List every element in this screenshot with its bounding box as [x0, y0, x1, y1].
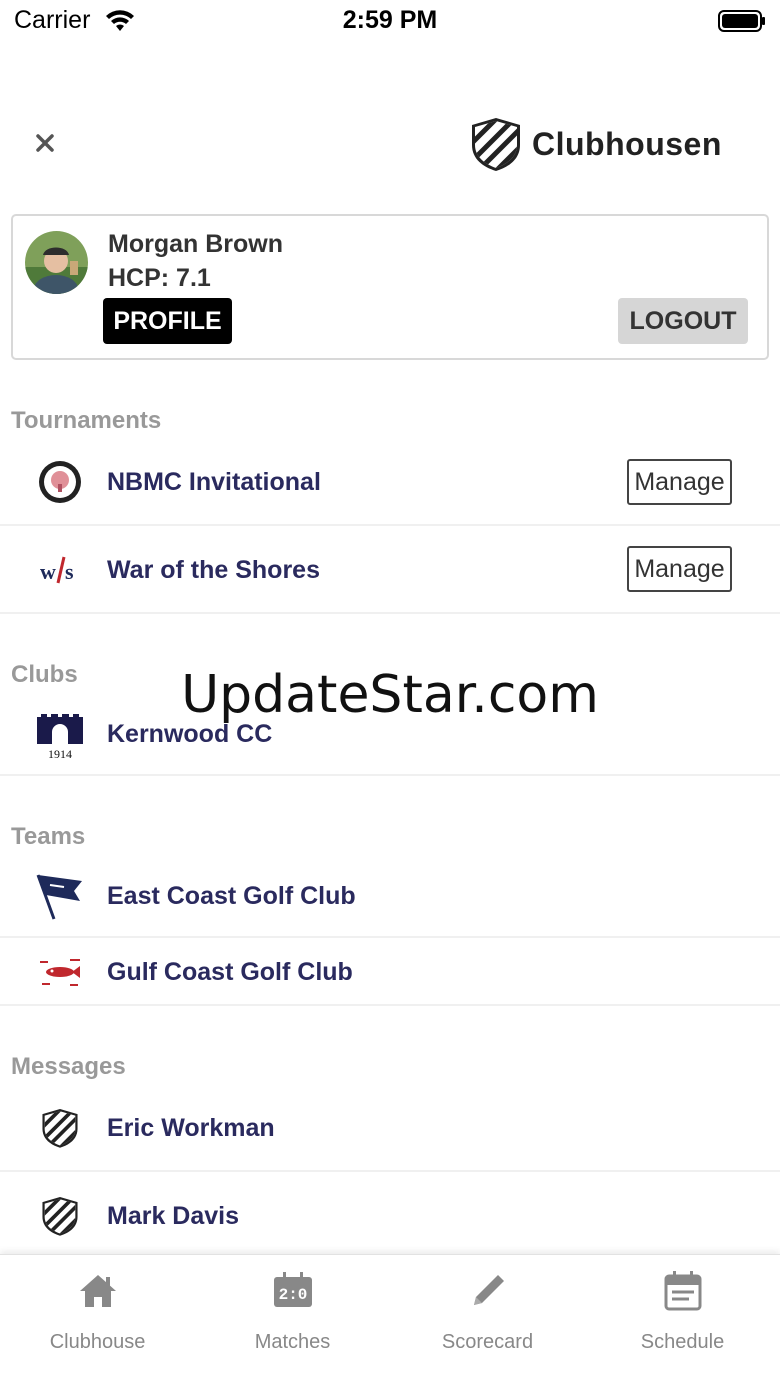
club-label: Kernwood CC [107, 720, 273, 748]
battery-icon [718, 10, 766, 37]
home-icon [80, 1275, 116, 1307]
kernwood-year: 1914 [48, 747, 72, 760]
pennant-flag-icon [34, 870, 86, 922]
tab-schedule[interactable]: Schedule [585, 1255, 780, 1387]
tournament-label: NBMC Invitational [107, 468, 321, 496]
tab-matches[interactable]: 2:0 Matches [195, 1255, 390, 1387]
list-item-club[interactable]: 1914 Kernwood CC [0, 694, 780, 776]
message-sender-label: Eric Workman [107, 1114, 275, 1142]
section-title-teams: Teams [11, 823, 86, 850]
tab-label: Schedule [640, 1331, 725, 1353]
shield-logo-icon [34, 1102, 86, 1154]
close-icon [36, 134, 54, 152]
shield-logo-icon [472, 118, 520, 171]
tab-bar: Clubhouse 2:0 Matches Scorecard Schedule [0, 1254, 780, 1387]
tab-label: Scorecard [441, 1331, 534, 1353]
tab-clubhouse[interactable]: Clubhouse [0, 1255, 195, 1387]
scoreboard-icon: 2:0 [274, 1272, 312, 1307]
svg-text:s: s [65, 559, 74, 584]
avatar[interactable] [25, 231, 88, 294]
section-title-clubs: Clubs [11, 661, 78, 688]
list-item-tournament[interactable]: w s War of the Shores Manage [0, 526, 780, 614]
calendar-icon [664, 1271, 702, 1311]
tab-scorecard[interactable]: Scorecard [390, 1255, 585, 1387]
list-item-message[interactable]: Eric Workman [0, 1086, 780, 1172]
shield-logo-icon [34, 1190, 86, 1242]
tab-label: Clubhouse [49, 1331, 146, 1353]
app-name: Clubhousen [532, 125, 722, 162]
kernwood-logo-icon: 1914 [34, 708, 86, 764]
list-item-tournament[interactable]: NBMC Invitational Manage [0, 440, 780, 526]
pencil-icon [474, 1275, 504, 1305]
app-logo: Clubhousen [470, 116, 722, 172]
user-name: Morgan Brown [108, 230, 283, 258]
list-item-team[interactable]: East Coast Golf Club [0, 856, 780, 938]
user-card: Morgan Brown HCP: 7.1 PROFILE LOGOUT [11, 214, 769, 360]
svg-text:w: w [40, 559, 56, 584]
message-sender-label: Mark Davis [107, 1202, 240, 1230]
list-item-team[interactable]: Gulf Coast Golf Club [0, 938, 780, 1006]
manage-button[interactable]: Manage [627, 546, 732, 592]
logout-button[interactable]: LOGOUT [618, 298, 748, 344]
tournament-label: War of the Shores [107, 556, 320, 584]
team-label: Gulf Coast Golf Club [107, 958, 353, 986]
team-label: East Coast Golf Club [107, 882, 356, 910]
status-bar: Carrier 2:59 PM [0, 0, 780, 44]
war-of-shores-logo-icon: w s [34, 544, 86, 596]
nbmc-logo-icon [34, 456, 86, 508]
manage-button[interactable]: Manage [627, 459, 732, 505]
section-title-tournaments: Tournaments [11, 407, 162, 434]
profile-button[interactable]: PROFILE [103, 298, 232, 344]
gulf-coast-logo-icon [34, 946, 86, 998]
close-button[interactable] [30, 128, 60, 158]
clock: 2:59 PM [342, 6, 438, 34]
tab-label: Matches [254, 1331, 331, 1353]
svg-text:2:0: 2:0 [279, 1286, 308, 1304]
list-item-message[interactable]: Mark Davis [0, 1172, 780, 1258]
section-title-messages: Messages [11, 1053, 126, 1080]
user-handicap: HCP: 7.1 [108, 264, 211, 292]
